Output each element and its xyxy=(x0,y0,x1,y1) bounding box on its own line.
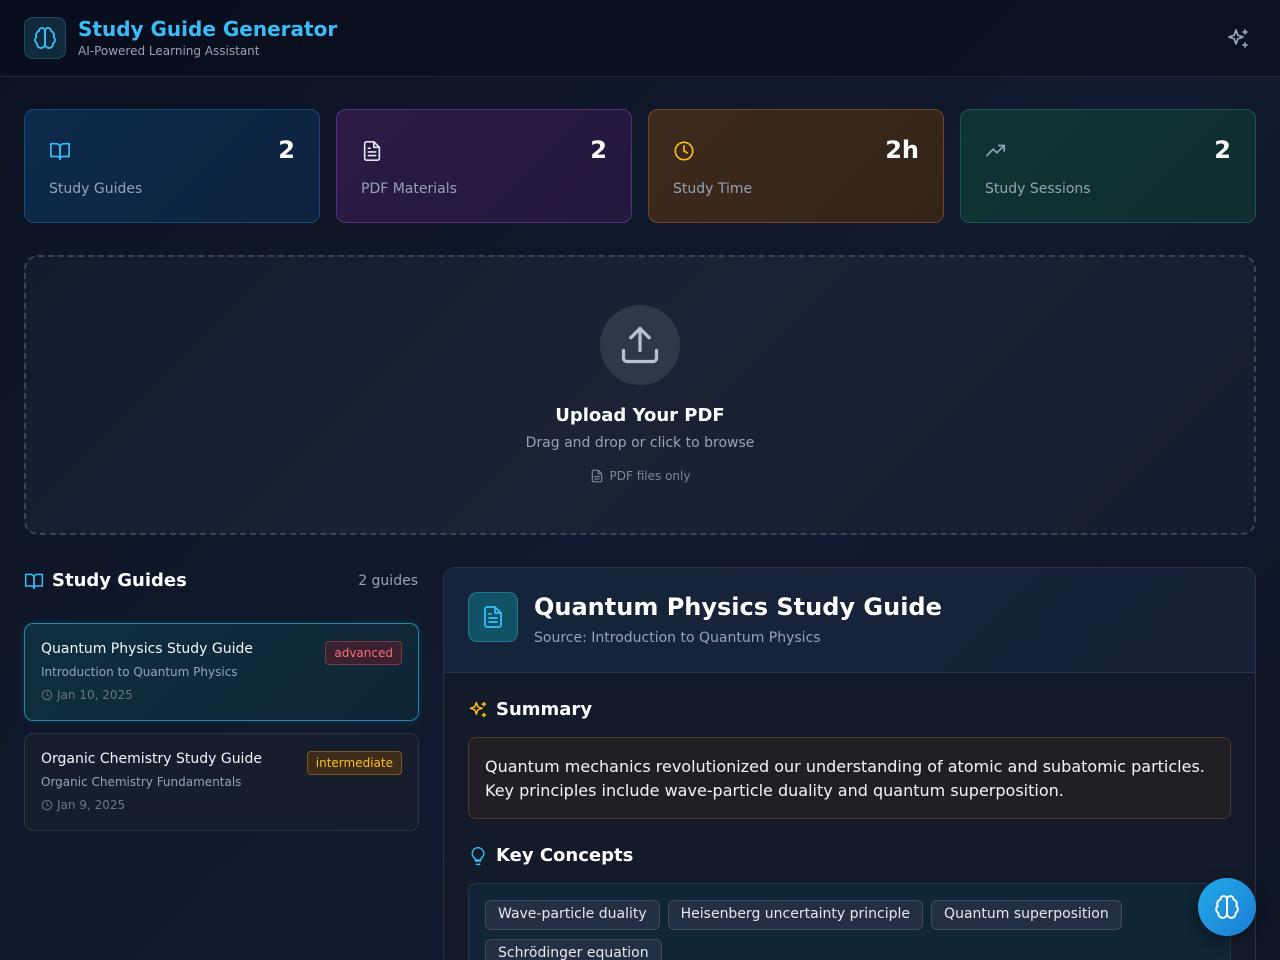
stat-label: Study Sessions xyxy=(985,181,1091,197)
trending-up-icon xyxy=(986,144,1006,157)
file-icon xyxy=(591,469,602,483)
detail-icon-box xyxy=(468,592,518,642)
sparkles-icon xyxy=(469,701,487,717)
file-text-icon xyxy=(363,141,381,161)
app-subtitle: AI-Powered Learning Assistant xyxy=(78,44,260,58)
guide-item-organic-chemistry[interactable]: Organic Chemistry Study Guide Organic Ch… xyxy=(24,733,419,831)
key-concepts-heading: Key Concepts xyxy=(468,845,633,866)
stat-card-study-sessions: 2 Study Sessions xyxy=(960,109,1256,223)
study-guide-detail: Quantum Physics Study Guide Source: Intr… xyxy=(443,567,1256,960)
guides-count: 2 guides xyxy=(358,573,418,589)
book-open-icon xyxy=(50,142,70,161)
study-guides-heading-text: Study Guides xyxy=(52,570,187,591)
clock-icon xyxy=(41,689,53,701)
guide-item-quantum-physics[interactable]: Quantum Physics Study Guide Introduction… xyxy=(24,623,419,721)
upload-button[interactable] xyxy=(600,305,680,385)
file-text-icon xyxy=(484,606,502,628)
concept-chip[interactable]: Quantum superposition xyxy=(931,900,1122,930)
stat-value: 2 xyxy=(590,136,607,164)
guide-source: Organic Chemistry Fundamentals xyxy=(41,775,242,789)
concept-chip[interactable]: Heisenberg uncertainty principle xyxy=(667,900,924,930)
key-concepts-list: Wave-particle duality Heisenberg uncerta… xyxy=(468,883,1231,960)
stat-card-study-guides: 2 Study Guides xyxy=(24,109,320,223)
study-guides-heading: Study Guides xyxy=(24,570,187,591)
guide-date-text: Jan 9, 2025 xyxy=(57,798,126,812)
stat-value: 2 xyxy=(278,136,295,164)
stat-card-pdf-materials: 2 PDF Materials xyxy=(336,109,632,223)
clock-icon xyxy=(674,141,694,161)
stat-card-study-time: 2h Study Time xyxy=(648,109,944,223)
stat-label: Study Time xyxy=(673,181,753,197)
upload-subtitle: Drag and drop or click to browse xyxy=(525,435,755,451)
app-title: Study Guide Generator xyxy=(78,17,338,41)
brain-logo xyxy=(24,17,66,59)
guide-date: Jan 10, 2025 xyxy=(41,688,133,702)
summary-heading: Summary xyxy=(468,699,592,720)
stat-value: 2h xyxy=(885,136,919,164)
difficulty-badge: intermediate xyxy=(306,751,402,775)
upload-note-text: PDF files only xyxy=(609,469,691,483)
stat-label: PDF Materials xyxy=(361,181,457,197)
guide-title: Organic Chemistry Study Guide xyxy=(41,751,262,767)
summary-text: Quantum mechanics revolutionized our und… xyxy=(468,737,1231,819)
lightbulb-icon xyxy=(471,846,485,865)
ai-assistant-button[interactable] xyxy=(1198,878,1256,936)
guide-source: Introduction to Quantum Physics xyxy=(41,665,238,679)
guide-date-text: Jan 10, 2025 xyxy=(57,688,133,702)
pdf-upload-dropzone[interactable]: Upload Your PDF Drag and drop or click t… xyxy=(24,255,1256,535)
detail-header: Quantum Physics Study Guide Source: Intr… xyxy=(444,568,1255,673)
concept-chip[interactable]: Wave-particle duality xyxy=(485,900,660,930)
difficulty-badge: advanced xyxy=(325,641,402,665)
key-concepts-heading-text: Key Concepts xyxy=(496,845,634,866)
sparkles-icon[interactable] xyxy=(1226,27,1250,51)
detail-title: Quantum Physics Study Guide xyxy=(534,593,942,621)
upload-note: PDF files only xyxy=(26,469,1254,483)
concept-chip[interactable]: Schrödinger equation xyxy=(485,939,662,960)
app-header: Study Guide Generator AI-Powered Learnin… xyxy=(0,0,1280,77)
brain-icon xyxy=(1215,895,1239,919)
upload-icon xyxy=(621,326,659,364)
guide-title: Quantum Physics Study Guide xyxy=(41,641,254,657)
stat-label: Study Guides xyxy=(49,181,143,197)
guide-date: Jan 9, 2025 xyxy=(41,798,125,812)
stat-value: 2 xyxy=(1214,136,1231,164)
brain-icon xyxy=(34,27,56,49)
summary-heading-text: Summary xyxy=(496,699,593,720)
clock-icon xyxy=(41,799,53,811)
upload-title: Upload Your PDF xyxy=(555,405,725,426)
book-open-icon xyxy=(24,573,44,589)
detail-source: Source: Introduction to Quantum Physics xyxy=(534,630,821,646)
